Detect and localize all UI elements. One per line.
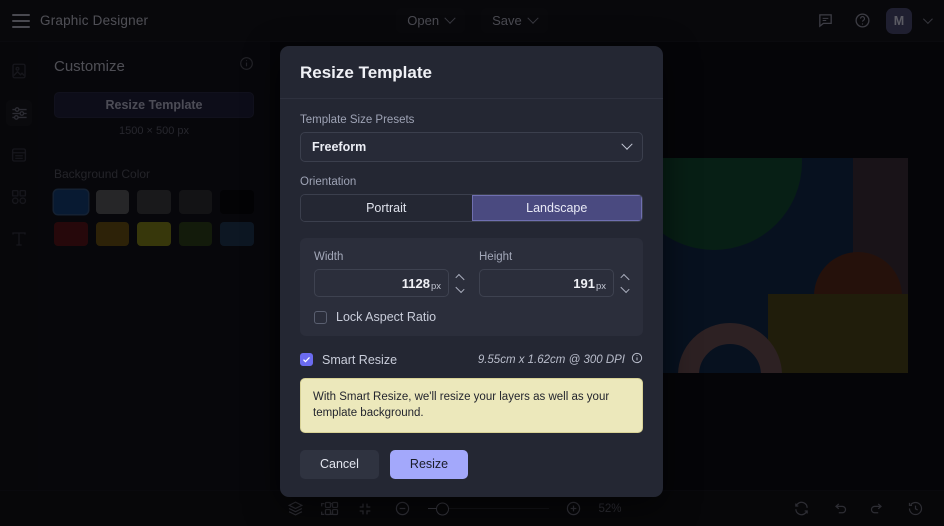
height-label: Height <box>479 251 513 263</box>
chevron-down-icon[interactable] <box>455 283 465 293</box>
cancel-button[interactable]: Cancel <box>300 449 379 479</box>
chevron-down-icon[interactable] <box>620 283 630 293</box>
physical-size-meta: 9.55cm x 1.62cm @ 300 DPI <box>478 352 643 367</box>
width-input[interactable]: 1128 px <box>314 269 449 297</box>
orientation-label: Orientation <box>300 176 357 188</box>
chevron-up-icon[interactable] <box>455 273 465 283</box>
lock-aspect-ratio-label: Lock Aspect Ratio <box>336 310 437 324</box>
width-unit: px <box>430 281 441 292</box>
smart-resize-tip: With Smart Resize, we'll resize your lay… <box>300 378 643 433</box>
info-icon[interactable] <box>631 352 643 367</box>
lock-aspect-ratio-checkbox[interactable] <box>314 310 327 324</box>
orientation-portrait-option[interactable]: Portrait <box>301 195 472 221</box>
preset-label: Template Size Presets <box>300 114 415 126</box>
resize-confirm-button[interactable]: Resize <box>389 449 469 479</box>
width-column: Width 1128 px <box>314 251 465 297</box>
width-stepper[interactable] <box>455 269 465 297</box>
modal-title: Resize Template <box>300 63 432 82</box>
lock-aspect-ratio-row[interactable]: Lock Aspect Ratio <box>314 310 629 324</box>
modal-body: Template Size Presets Freeform Orientati… <box>280 99 663 497</box>
preset-selected-value: Freeform <box>312 140 367 154</box>
height-unit: px <box>595 281 606 292</box>
modal-actions: Cancel Resize <box>300 449 643 479</box>
width-value: 1128 <box>401 275 430 291</box>
dimensions-row: Width 1128 px Height 191 px <box>314 251 630 297</box>
width-label: Width <box>314 251 344 263</box>
template-size-preset-select[interactable]: Freeform <box>300 132 643 162</box>
height-value: 191 <box>573 275 595 291</box>
modal-header: Resize Template <box>280 46 663 99</box>
resize-template-modal: Resize Template Template Size Presets Fr… <box>280 46 663 497</box>
height-input[interactable]: 191 px <box>479 269 614 297</box>
smart-resize-label: Smart Resize <box>322 352 398 367</box>
physical-size-text: 9.55cm x 1.62cm @ 300 DPI <box>477 353 625 366</box>
chevron-down-icon <box>621 138 633 150</box>
smart-resize-checkbox[interactable] <box>300 353 313 366</box>
app-window: Graphic Designer Open Save <box>0 0 944 526</box>
height-stepper[interactable] <box>620 269 630 297</box>
chevron-up-icon[interactable] <box>620 273 630 283</box>
smart-resize-row: Smart Resize 9.55cm x 1.62cm @ 300 DPI <box>300 352 643 367</box>
orientation-segmented-control: Portrait Landscape <box>300 194 643 222</box>
dimensions-group: Width 1128 px Height 191 px Lock Aspect … <box>300 238 643 336</box>
orientation-landscape-option[interactable]: Landscape <box>471 195 642 221</box>
height-column: Height 191 px <box>479 251 630 297</box>
